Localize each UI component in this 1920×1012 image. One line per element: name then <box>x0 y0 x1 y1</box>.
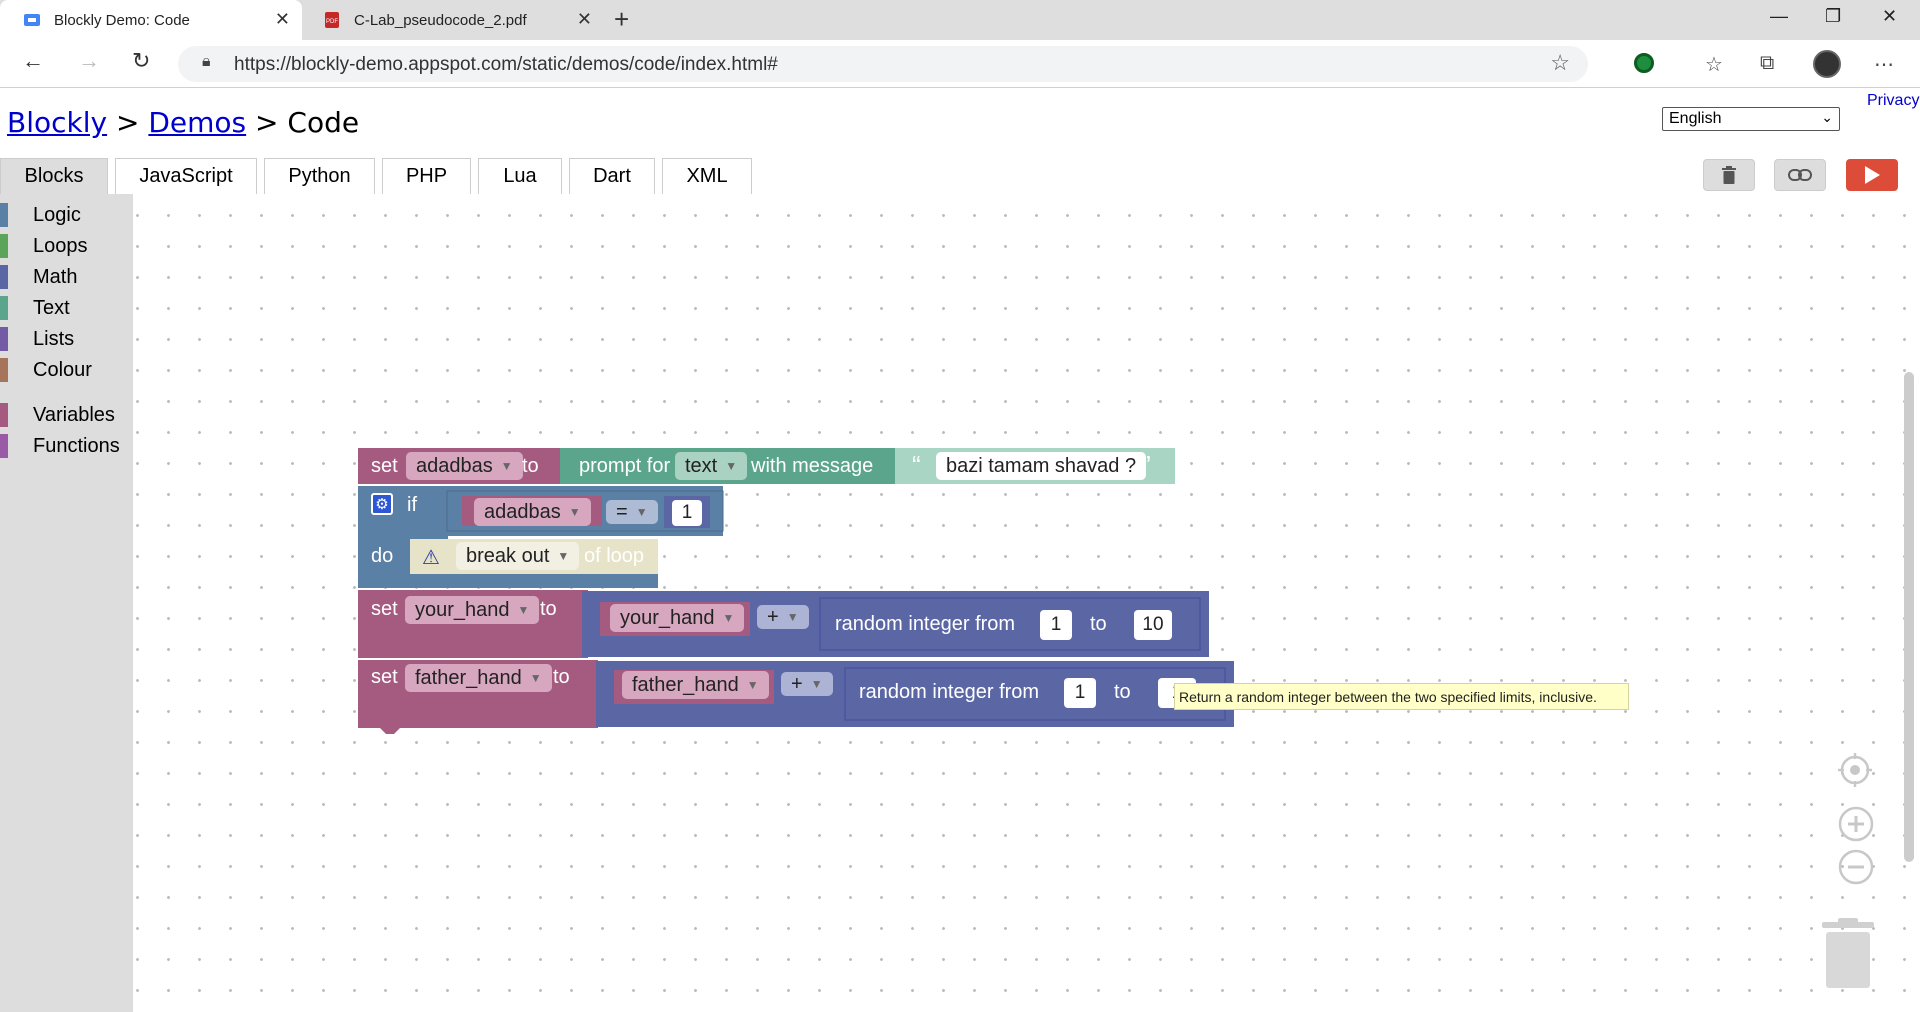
variable-dropdown[interactable]: father_hand ▼ <box>405 664 552 692</box>
to-number-field[interactable]: 10 <box>1134 610 1172 640</box>
dropdown-arrow-icon: ▼ <box>529 671 542 685</box>
with-message-label: with message <box>751 455 874 477</box>
variable-dropdown[interactable]: father_hand ▼ <box>622 671 769 699</box>
arithmetic-operator-dropdown[interactable]: + ▼ <box>781 672 833 696</box>
break-type: break out <box>466 544 550 567</box>
prompt-for-label: prompt for <box>579 455 671 477</box>
variable-dropdown[interactable]: your_hand ▼ <box>610 604 745 632</box>
workspace-trash-icon[interactable] <box>1820 918 1876 990</box>
block-tooltip: Return a random integer between the two … <box>1174 683 1629 710</box>
number-field[interactable]: 1 <box>672 500 702 526</box>
if-label: if <box>407 494 417 516</box>
to-label: to <box>522 455 539 477</box>
dropdown-arrow-icon: ▼ <box>810 677 823 691</box>
dropdown-arrow-icon: ▼ <box>746 678 759 692</box>
from-number-field[interactable]: 1 <box>1064 678 1096 708</box>
to-label: to <box>1090 613 1107 635</box>
random-integer-label: random integer from <box>835 613 1016 635</box>
set-label: set <box>371 666 398 688</box>
dropdown-arrow-icon: ▼ <box>568 505 581 519</box>
dropdown-arrow-icon: ▼ <box>500 459 513 473</box>
quote-close: ” <box>1142 450 1151 480</box>
variable-name: your_hand <box>415 598 510 621</box>
variable-name: adadbas <box>416 454 493 477</box>
of-loop-label: of loop <box>584 545 645 567</box>
variable-dropdown[interactable]: adadbas ▼ <box>474 498 591 526</box>
to-label: to <box>540 598 557 620</box>
operator: + <box>767 605 779 628</box>
set-label: set <box>371 455 398 477</box>
prompt-type-dropdown[interactable]: text ▼ <box>675 452 748 480</box>
variable-name: adadbas <box>484 500 561 523</box>
to-label: to <box>553 666 570 688</box>
gear-icon[interactable]: ⚙ <box>371 493 393 515</box>
operator-dropdown[interactable]: = ▼ <box>606 500 658 524</box>
zoom-in-icon[interactable] <box>1838 806 1874 842</box>
set-label: set <box>371 598 398 620</box>
recenter-icon[interactable] <box>1838 753 1872 787</box>
message-text-field[interactable]: bazi tamam shavad ? <box>936 452 1147 480</box>
variable-dropdown[interactable]: adadbas ▼ <box>406 452 523 480</box>
dropdown-arrow-icon: ▼ <box>635 505 648 519</box>
from-number-field[interactable]: 1 <box>1040 610 1072 640</box>
quote-open: “ <box>912 450 921 480</box>
break-dropdown[interactable]: break out ▼ <box>456 542 580 570</box>
operator: = <box>616 500 628 523</box>
do-label: do <box>371 545 394 567</box>
dropdown-arrow-icon: ▼ <box>722 611 735 625</box>
zoom-out-icon[interactable] <box>1838 849 1874 885</box>
variable-name: father_hand <box>415 666 522 689</box>
block-stack-shapes <box>358 448 1234 734</box>
variable-name: father_hand <box>632 673 739 696</box>
dropdown-arrow-icon: ▼ <box>725 459 738 473</box>
to-label: to <box>1114 681 1131 703</box>
operator: + <box>791 672 803 695</box>
message-text: bazi tamam shavad ? <box>946 454 1137 477</box>
dropdown-arrow-icon: ▼ <box>517 603 530 617</box>
random-integer-label: random integer from <box>859 681 1040 703</box>
stack-bottom-notch <box>380 728 400 734</box>
dropdown-arrow-icon: ▼ <box>557 549 570 563</box>
arithmetic-operator-dropdown[interactable]: + ▼ <box>757 605 809 629</box>
prompt-type: text <box>685 454 718 477</box>
warning-icon[interactable]: ⚠ <box>422 545 440 570</box>
variable-name: your_hand <box>620 606 715 629</box>
variable-dropdown[interactable]: your_hand ▼ <box>405 596 540 624</box>
dropdown-arrow-icon: ▼ <box>786 610 799 624</box>
